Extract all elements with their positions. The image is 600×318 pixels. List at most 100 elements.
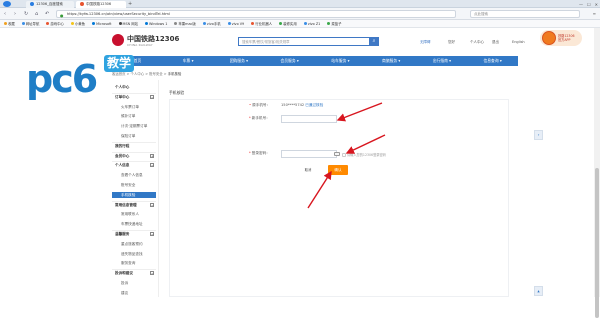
sidebar-section-header[interactable]: 我的行程	[112, 143, 156, 149]
scrollbar[interactable]	[594, 28, 600, 318]
nav-item[interactable]: 商旅服务 ▾	[366, 56, 417, 66]
header-link-accessibility[interactable]: 无障碍	[420, 40, 431, 45]
bookmark-item[interactable]: MSN 网站	[118, 21, 138, 26]
home-icon[interactable]: ⌂	[35, 11, 38, 17]
new-phone-input[interactable]	[281, 115, 337, 123]
collapse-icon[interactable]: −	[150, 232, 154, 236]
collapse-icon[interactable]: −	[150, 202, 154, 207]
nav-item[interactable]: 团购服务 ▾	[214, 56, 265, 66]
required-marker: *	[249, 151, 251, 155]
sidebar-item[interactable]: 常用联系人	[112, 211, 156, 217]
sidebar-item[interactable]: 遗失物品查找	[112, 251, 156, 257]
browser-search-placeholder: 点此搜索	[474, 12, 488, 16]
sidebar: 个人中心 订单中心 − 火车票订单 候补订单 计次·定期票订单 保险订单 我的行程 会员中心 + 个…	[112, 80, 156, 297]
sidebar-item[interactable]: 账号安全	[112, 182, 156, 188]
header-link-personal-center[interactable]: 个人中心	[470, 40, 484, 45]
bookmark-item[interactable]: 菜篮子	[327, 21, 341, 26]
bookmark-item[interactable]: Microsoft	[92, 22, 112, 26]
sidebar-item[interactable]: 保险订单	[112, 133, 156, 139]
form-panel	[169, 99, 509, 297]
tab-baidu-search[interactable]: 12306_百度搜索	[26, 1, 74, 8]
promo-text: 铁路12306 官方APP	[558, 34, 575, 42]
url-input[interactable]: ● https://kyfw.12306.cn/otn/view/userSec…	[56, 10, 456, 18]
bookmark-item[interactable]: 小黄鱼	[70, 21, 85, 26]
bookmark-item[interactable]: vivo V9	[227, 21, 244, 26]
tab-favicon-icon	[80, 1, 84, 6]
password-hint-text: 请输入您的12306登录密码	[347, 153, 386, 157]
cancel-button[interactable]: 取消	[301, 167, 315, 174]
header-link-english[interactable]: English	[512, 40, 525, 44]
menu-icon[interactable]: ≡	[593, 11, 596, 16]
sidebar-item[interactable]: 投诉	[112, 280, 156, 286]
search-icon[interactable]: ⌕	[369, 37, 379, 46]
expand-icon[interactable]: +	[150, 153, 154, 158]
sidebar-item[interactable]: 重点旅客预约	[112, 241, 156, 247]
sidebar-item-label: 常用信息管理	[115, 202, 137, 207]
bookmark-label: 收藏	[8, 22, 15, 26]
collapse-icon[interactable]: −	[150, 163, 154, 168]
sidebar-item-label: 会员中心	[115, 153, 130, 158]
bookmark-item[interactable]: vivo手机	[202, 21, 221, 26]
bookmark-favicon-icon	[279, 22, 283, 26]
sidebar-item[interactable]: 服务查询	[112, 260, 156, 266]
verified-status: 已通过核验	[305, 103, 324, 107]
login-password-input[interactable]	[281, 150, 337, 158]
app-promo-badge[interactable]: 铁路12306 官方APP	[540, 30, 582, 46]
keyboard-icon[interactable]	[334, 152, 340, 156]
bookmark-favicon-icon	[70, 22, 74, 26]
sidebar-item-label: 建议	[121, 290, 129, 295]
bookmark-favicon-icon	[303, 21, 307, 25]
browser-search-input[interactable]: 点此搜索	[470, 10, 580, 18]
forward-icon[interactable]: ›	[14, 11, 16, 17]
collapse-icon[interactable]: −	[150, 94, 154, 99]
minimize-icon[interactable]: —	[579, 2, 583, 7]
sidebar-item[interactable]: 车票快递地址	[112, 221, 156, 227]
bookmark-item[interactable]: 行业机器人	[251, 21, 272, 26]
refresh-icon[interactable]: ↻	[24, 11, 28, 17]
sidebar-item[interactable]: 计次·定期票订单	[112, 123, 156, 129]
close-icon[interactable]: ✕	[595, 2, 598, 7]
nav-item[interactable]: 会员服务 ▾	[264, 56, 315, 66]
bookmark-item[interactable]: 游戏中心	[46, 21, 64, 26]
collapse-icon[interactable]: −	[150, 271, 154, 276]
bookmark-item[interactable]: 装修实用	[279, 21, 297, 26]
browser-tabbar: 12306_百度搜索 中国铁路12306 + — ☐ ✕	[0, 0, 600, 8]
nav-item[interactable]: 站车服务 ▾	[315, 56, 366, 66]
confirm-button[interactable]: 确认	[328, 165, 348, 175]
bookmark-item[interactable]: Windows 1	[145, 22, 167, 26]
sidebar-item[interactable]: 建议	[112, 290, 156, 296]
bookmark-favicon-icon	[227, 21, 231, 25]
header-link-logout[interactable]: 退出	[492, 40, 499, 45]
nav-item[interactable]: 车票 ▾	[163, 56, 214, 66]
sidebar-section-header[interactable]: 会员中心 +	[112, 153, 156, 159]
sidebar-section-header[interactable]: 温馨服务 −	[112, 231, 156, 237]
breadcrumb-current: 手机核验	[167, 72, 182, 76]
new-tab-plus-icon[interactable]: +	[128, 1, 132, 7]
bookmark-favicon-icon	[202, 22, 206, 26]
sidebar-item[interactable]: 候补订单	[112, 113, 156, 119]
sidebar-item[interactable]: 查看个人信息	[112, 172, 156, 178]
sidebar-item-active[interactable]: 手机核验	[112, 191, 156, 198]
bookmark-item[interactable]: vivo Z1	[303, 21, 320, 26]
bookmark-item[interactable]: 收藏	[4, 21, 15, 26]
login-password-label-text: 登录密码：	[251, 151, 270, 155]
scroll-thumb[interactable]	[595, 168, 599, 318]
back-to-top-icon[interactable]: ▲	[534, 286, 543, 296]
back-icon[interactable]: ‹	[4, 11, 6, 17]
feedback-icon[interactable]: ?	[534, 130, 543, 140]
nav-item[interactable]: 信息查询 ▾	[467, 56, 518, 66]
tab-label: 中国铁路12306	[86, 2, 112, 6]
sidebar-section-header[interactable]: 个人信息 −	[112, 162, 156, 168]
original-phone-label-text: 原手机号：	[252, 103, 271, 107]
tab-12306[interactable]: 中国铁路12306	[76, 1, 126, 8]
railway-logo-icon[interactable]	[112, 34, 124, 46]
undo-icon[interactable]: ↶	[45, 11, 49, 17]
maximize-icon[interactable]: ☐	[587, 2, 591, 7]
sidebar-section-header[interactable]: 常用信息管理 −	[112, 202, 156, 208]
site-search-input[interactable]: 搜索车票/餐饮/常旅客/相关规章	[238, 37, 370, 46]
sidebar-item-label: 计次·定期票订单	[121, 124, 148, 129]
sidebar-section-header[interactable]: 投诉和建议 −	[112, 270, 156, 276]
bookmark-item[interactable]: 网址导航	[21, 21, 39, 26]
nav-item[interactable]: 出行指南 ▾	[417, 56, 468, 66]
bookmark-item[interactable]: 苹果mac版	[174, 21, 196, 26]
